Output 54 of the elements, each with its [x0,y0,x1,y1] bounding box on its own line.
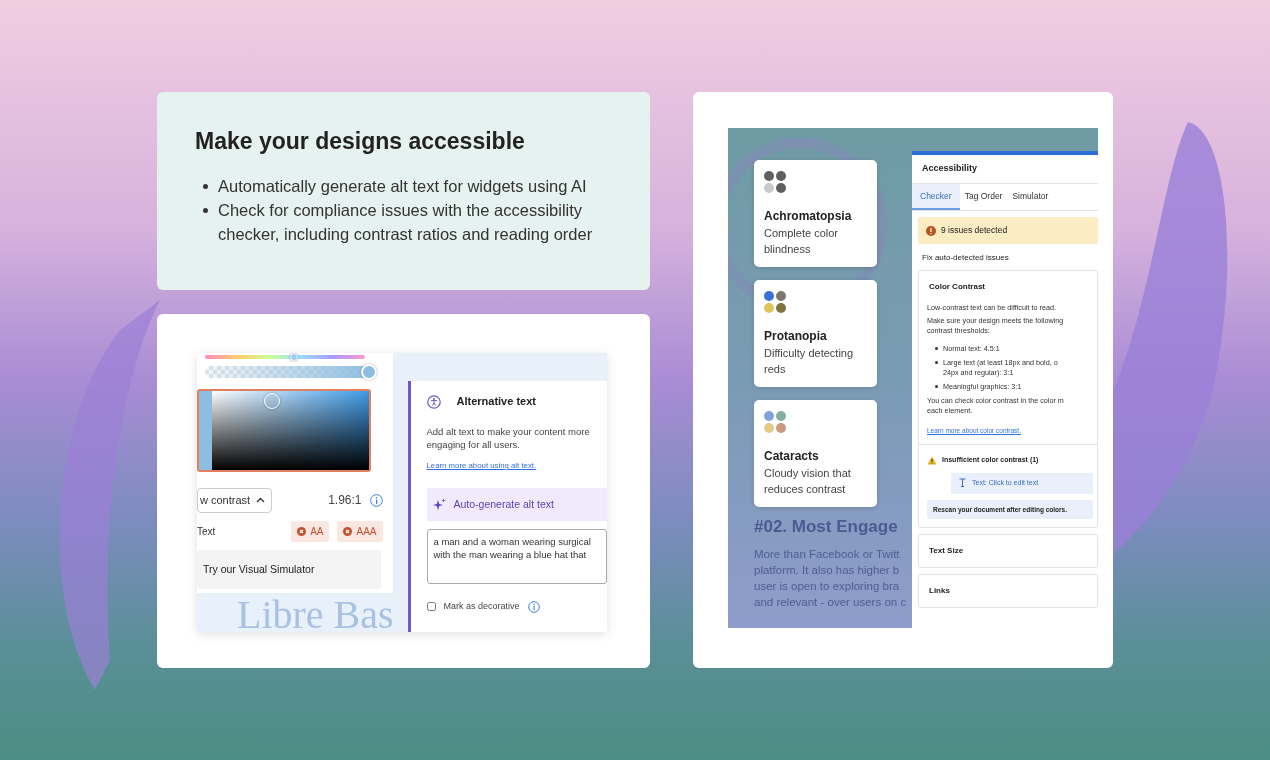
card-description: Difficulty detecting reds [764,346,855,377]
error-icon [297,526,307,536]
alt-text-field[interactable]: a man and a woman wearing surgical with the man wearing a blue hat that [426,529,607,585]
panel-title: Accessibility [912,155,1098,184]
opacity-slider[interactable] [205,364,377,380]
contrast-ratio: 1.96:1 [328,492,362,510]
row-label: Text [197,524,216,539]
slider-thumb[interactable] [289,353,298,361]
document-heading: #02. Most Engage [754,516,899,538]
vision-card[interactable]: Protanopia Difficulty detecting reds [754,280,877,387]
error-icon [343,526,353,536]
bullet-icon [935,385,938,388]
card-description: Complete color blindness [764,226,839,257]
slider-thumb[interactable] [360,364,377,380]
generate-button[interactable]: Auto-generate alt text [426,487,607,522]
section-subheading: Fix auto-detected issues [921,252,1010,264]
document-text: More than Facebook or Twitt [754,546,901,562]
accessibility-icon [426,395,441,409]
bullet-icon [935,361,938,364]
section-title: Color Contrast [928,281,986,293]
bullet-icon [203,183,208,189]
simulator-button[interactable]: Try our Visual Simulator [197,549,381,590]
accordion-section[interactable]: Links [918,573,1098,608]
bullet-icon [203,207,208,213]
panel-title: Alternative text [456,395,536,409]
contrast-badge: AA [291,520,330,542]
card-title: Achromatopsia [764,208,853,225]
checkbox-label: Mark as decorative [443,600,520,614]
description-text: Add alt text to make your content more engaging for all users. [426,425,591,451]
warning-icon [926,225,936,236]
vision-card[interactable]: Cataracts Cloudy vision that reduces contrast [754,400,877,507]
chevron-icon [256,497,266,504]
card-title: Protanopia [764,328,828,345]
info-icon [527,600,540,613]
decorative-checkbox[interactable] [426,602,436,612]
contrast-badge: AAA [337,520,383,542]
hue-slider[interactable] [205,353,365,361]
warning-icon [927,455,937,465]
vision-card[interactable]: Achromatopsia Complete color blindness [754,160,877,267]
text-icon [959,478,966,488]
bullet-text: Automatically generate alt text for widgets using AI [218,175,587,197]
bullet-icon [935,347,938,350]
card-title: Make your designs accessible [195,128,526,156]
document-text: and relevant - over users on c [754,594,907,610]
tab[interactable]: Checker [912,183,960,211]
issues-alert: 9 issues detected [918,217,1098,244]
info-icon [369,493,383,507]
contrast-dropdown[interactable]: w contrast [197,488,273,513]
accordion-section[interactable]: Text Size [918,533,1098,568]
card-title: Cataracts [764,448,820,465]
color-gradient-field[interactable] [197,389,371,472]
card-description: Cloudy vision that reduces contrast [764,466,852,497]
canvas-text: Libre Bas [237,591,394,632]
bullet-text: Check for compliance issues with the accessibility checker, including contrast ratios and reading order [218,199,594,245]
